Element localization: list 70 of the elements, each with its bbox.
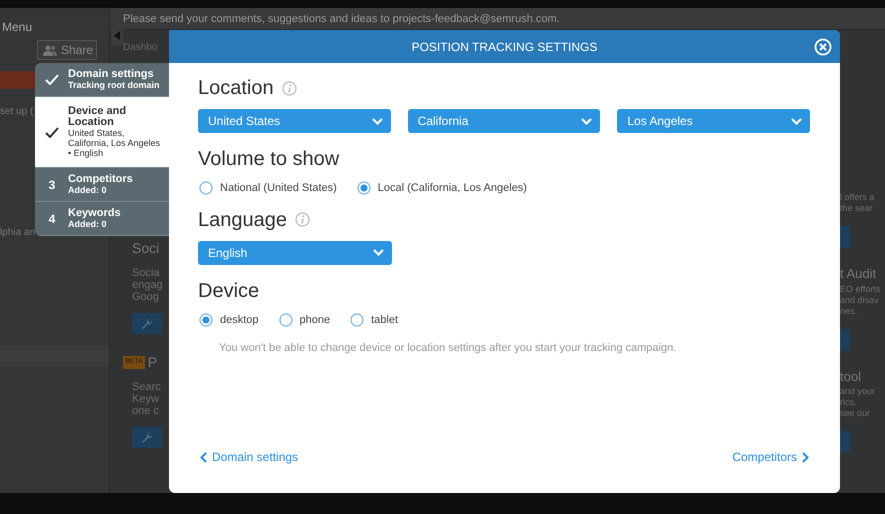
- section-heading: Volume to show: [198, 147, 340, 172]
- card-text: Searc: [132, 381, 162, 393]
- tool-button[interactable]: [840, 226, 850, 248]
- step-subtitle: Tracking root domain: [68, 80, 160, 90]
- menu-label[interactable]: Menu: [0, 8, 109, 36]
- step-number: 4: [48, 210, 56, 228]
- dropdown[interactable]: United States: [198, 109, 391, 133]
- step-title: Competitors: [68, 174, 133, 185]
- tool-button[interactable]: [132, 427, 162, 448]
- section-heading: Language: [198, 208, 287, 232]
- radio-option[interactable]: desktop: [199, 312, 259, 328]
- wrench-icon: [141, 318, 153, 330]
- feedback-notice: Please send your comments, suggestions and ideas to projects-feedback@semrush.com.: [110, 8, 885, 30]
- radio-option[interactable]: Local (California, Los Angeles): [356, 180, 527, 196]
- chevron-down-icon: [581, 118, 592, 124]
- dropdown[interactable]: California: [408, 109, 600, 133]
- card-text: engag: [132, 279, 164, 291]
- card-text: and disav: [840, 294, 880, 306]
- close-button[interactable]: [814, 37, 832, 56]
- step-number: 3: [48, 176, 56, 194]
- chevron-down-icon: [791, 118, 802, 124]
- card-text: rics.: [840, 397, 858, 408]
- warning-note: You won't be able to change device or location settings after you start your tracking campaign.: [218, 341, 678, 356]
- chevron-down-icon: [372, 118, 383, 124]
- section-heading: Device: [198, 278, 260, 304]
- sidebar-text: set up (: [0, 105, 34, 119]
- section-heading: Location: [198, 76, 274, 101]
- tool-button[interactable]: [840, 431, 850, 453]
- card-text: EO efforts: [840, 284, 882, 294]
- check-icon: [45, 126, 59, 138]
- tool-button[interactable]: [840, 328, 850, 350]
- check-icon: [45, 74, 59, 85]
- triangle-left-icon: [114, 30, 120, 40]
- card-text: and your: [840, 386, 876, 397]
- dropdown[interactable]: English: [198, 240, 392, 264]
- step-title: Keywords: [68, 208, 121, 219]
- wrench-icon: [141, 432, 153, 444]
- step-subtitle: Added: 0: [68, 185, 108, 195]
- card-title: t Audit: [840, 265, 878, 283]
- people-icon: [43, 44, 57, 56]
- card-text: Goog: [132, 291, 160, 303]
- card-text: Socia: [132, 267, 161, 279]
- tool-button[interactable]: [132, 313, 162, 334]
- radio-option[interactable]: National (United States): [199, 180, 337, 196]
- step-title: Domain settings: [68, 69, 155, 80]
- card-text: the sear: [840, 203, 874, 214]
- card-text: see our: [840, 408, 872, 419]
- radio-option[interactable]: tablet: [350, 312, 398, 328]
- email-link[interactable]: projects-feedback@semrush.com: [392, 13, 557, 25]
- card-text: one c: [132, 405, 160, 417]
- back-link[interactable]: Domain settings: [200, 448, 298, 466]
- card-text: nes.: [840, 306, 858, 316]
- radio-option[interactable]: phone: [278, 312, 330, 328]
- dropdown[interactable]: Los Angeles: [617, 109, 810, 133]
- share-button[interactable]: Share: [37, 40, 97, 60]
- card-title: Soci: [132, 239, 160, 258]
- next-link[interactable]: Competitors: [732, 448, 809, 466]
- step-subtitle: Added: 0: [68, 219, 108, 229]
- close-icon: [814, 38, 832, 56]
- card-text: Keyw: [132, 393, 160, 405]
- card-title: P: [148, 353, 158, 372]
- card-title: tool: [840, 368, 862, 386]
- chevron-right-icon: [802, 452, 809, 462]
- chevron-down-icon: [373, 249, 384, 256]
- wizard-step[interactable]: Device and Location United States, California, Los Angeles • English: [35, 97, 169, 168]
- dialog-title: POSITION TRACKING SETTINGS: [412, 38, 598, 56]
- sidebar-text: lphia an: [0, 226, 36, 240]
- step-subtitle: United States, California, Los Angeles • English: [68, 128, 161, 158]
- chevron-left-icon: [200, 452, 207, 462]
- step-title: Device and Location: [68, 106, 128, 128]
